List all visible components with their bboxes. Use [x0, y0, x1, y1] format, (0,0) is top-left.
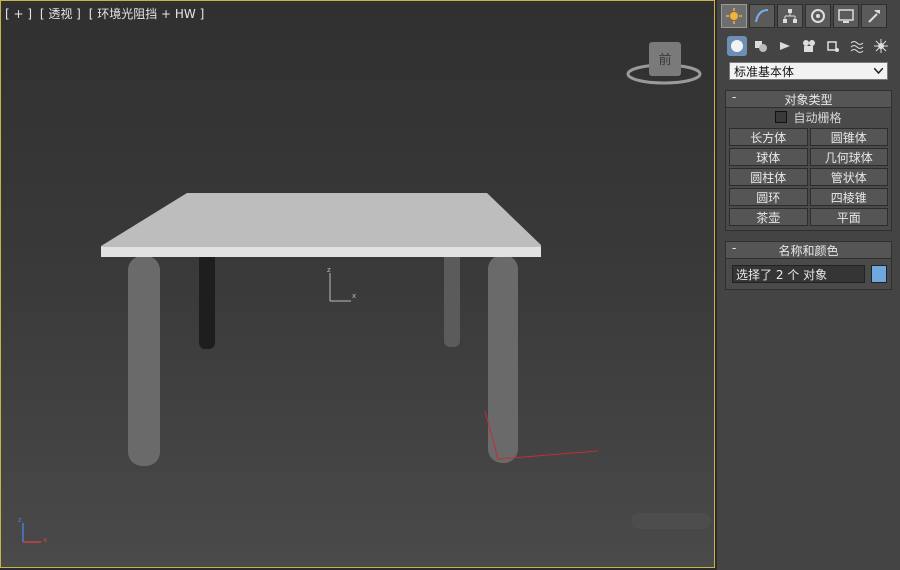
cone-button[interactable]: 圆锥体 [809, 128, 888, 146]
panel-tabs [717, 0, 900, 30]
subtab-lights[interactable] [775, 36, 795, 56]
sphere-button[interactable]: 球体 [729, 148, 808, 166]
dropdown-value: 标准基本体 [734, 64, 795, 79]
watermark-blur [631, 513, 711, 529]
name-color-rollout: - 名称和颜色 选择了 2 个 对象 [725, 241, 892, 290]
tripod-z-letter: z [18, 516, 22, 524]
tube-button[interactable]: 管状体 [809, 168, 888, 186]
geosphere-button[interactable]: 几何球体 [809, 148, 888, 166]
subtab-geometry[interactable] [727, 36, 747, 56]
subtab-shapes[interactable] [751, 36, 771, 56]
autogrid-row[interactable]: 自动栅格 [726, 108, 891, 126]
cameras-icon [803, 40, 815, 52]
table-leg-front-left [128, 256, 160, 466]
name-color-title: 名称和颜色 [778, 243, 839, 258]
autogrid-label: 自动栅格 [793, 110, 842, 125]
table-top [101, 193, 541, 253]
perspective-viewport[interactable]: [ + ] [ 透视 ] [ 环境光阻挡 + HW ] z x z x 前 [0, 0, 715, 568]
object-name-field[interactable]: 选择了 2 个 对象 [732, 265, 865, 283]
object-color-swatch[interactable] [871, 265, 887, 283]
plane-button[interactable]: 平面 [809, 208, 888, 226]
subtab-systems[interactable] [871, 36, 891, 56]
pivot-gizmo [329, 273, 351, 302]
hierarchy-icon [783, 9, 797, 23]
teapot-button[interactable]: 茶壶 [729, 208, 808, 226]
box-button[interactable]: 长方体 [729, 128, 808, 146]
tab-motion[interactable] [805, 4, 831, 28]
torus-button[interactable]: 圆环 [729, 188, 808, 206]
helpers-icon [827, 41, 839, 52]
table-top-edge [101, 247, 541, 257]
table-leg-front-right [488, 255, 518, 463]
scene-render: z x z x 前 [18, 42, 711, 544]
collapse-icon: - [732, 90, 737, 104]
create-category-tabs [717, 30, 900, 60]
tab-modify[interactable] [749, 4, 775, 28]
utilities-icon [868, 10, 880, 23]
command-panel: 标准基本体 - 对象类型 自动栅格 长方体 圆锥体 球体 几何球体 圆柱体 管状… [717, 0, 900, 570]
object-type-header[interactable]: - 对象类型 [726, 90, 891, 108]
spacewarps-icon [850, 41, 864, 53]
primitive-buttons: 长方体 圆锥体 球体 几何球体 圆柱体 管状体 圆环 四棱锥 茶壶 平面 [726, 126, 891, 230]
chevron-down-icon [874, 68, 883, 74]
viewcube-face-label: 前 [658, 52, 671, 68]
lights-icon [780, 42, 790, 50]
tripod-x-letter: x [43, 536, 47, 544]
gizmo-x-letter: x [352, 292, 356, 300]
object-type-rollout: - 对象类型 自动栅格 长方体 圆锥体 球体 几何球体 圆柱体 管状体 圆环 四… [725, 90, 892, 231]
world-axis-tripod [22, 523, 41, 543]
tab-hierarchy[interactable] [777, 4, 803, 28]
tab-create[interactable] [721, 4, 747, 28]
gizmo-z-letter: z [327, 266, 331, 274]
autogrid-checkbox[interactable] [775, 111, 788, 123]
app-window: [ + ] [ 透视 ] [ 环境光阻挡 + HW ] z x z x 前 标准… [0, 0, 900, 570]
tab-utilities[interactable] [861, 4, 887, 28]
table-leg-back-right [444, 253, 460, 347]
motion-icon [811, 9, 825, 23]
name-row: 选择了 2 个 对象 [726, 259, 891, 289]
name-color-header[interactable]: - 名称和颜色 [726, 241, 891, 259]
display-icon [838, 9, 854, 23]
create-icon [726, 8, 742, 24]
object-category-dropdown[interactable]: 标准基本体 [729, 62, 888, 80]
collapse-icon: - [732, 241, 737, 255]
modify-icon [755, 9, 769, 23]
systems-icon [874, 39, 888, 53]
subtab-spacewarps[interactable] [847, 36, 867, 56]
shapes-icon [755, 41, 767, 52]
object-type-title: 对象类型 [784, 92, 833, 107]
cylinder-button[interactable]: 圆柱体 [729, 168, 808, 186]
subtab-cameras[interactable] [799, 36, 819, 56]
subtab-helpers[interactable] [823, 36, 843, 56]
geometry-icon [731, 40, 743, 52]
pyramid-button[interactable]: 四棱锥 [809, 188, 888, 206]
tab-display[interactable] [833, 4, 859, 28]
table-leg-back-left [199, 253, 215, 349]
